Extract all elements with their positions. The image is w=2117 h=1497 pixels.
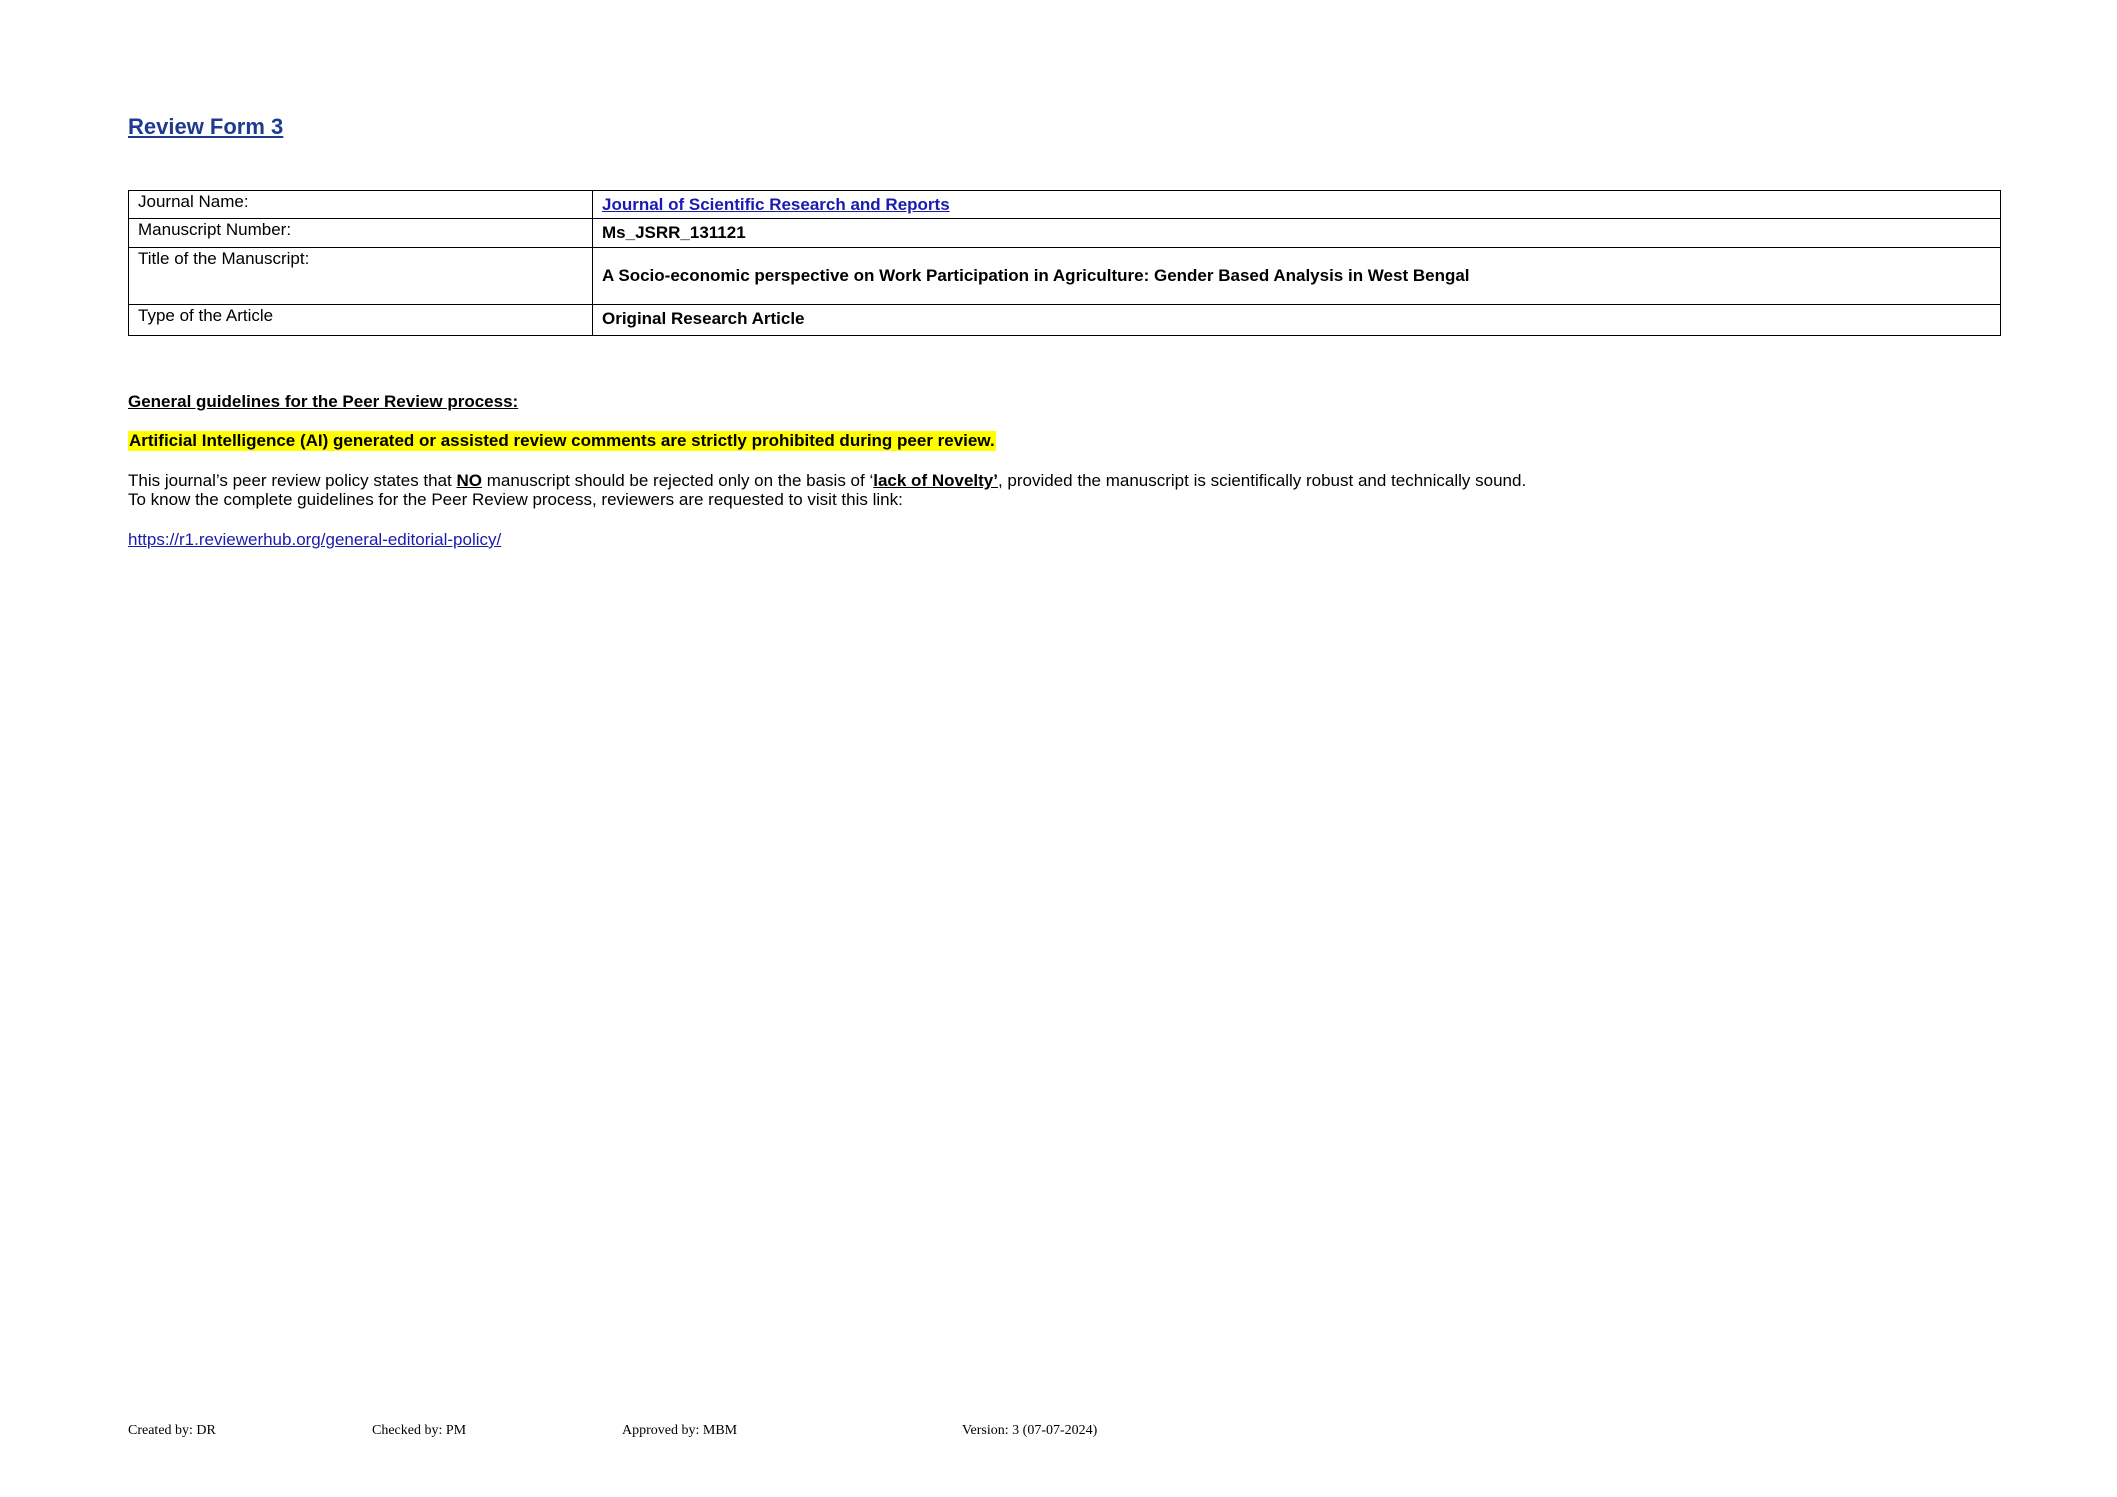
policy-line-1: This journal’s peer review policy states… bbox=[128, 471, 1526, 490]
policy-no-emphasis: NO bbox=[456, 471, 483, 490]
policy-text-part1: This journal’s peer review policy states… bbox=[128, 471, 457, 490]
manuscript-info-table: Journal Name: Journal of Scientific Rese… bbox=[128, 190, 2001, 336]
journal-name-cell: Journal of Scientific Research and Repor… bbox=[592, 190, 2001, 219]
footer-approved-by: Approved by: MBM bbox=[622, 1423, 738, 1438]
footer-version: Version: 3 (07-07-2024) bbox=[962, 1423, 1098, 1438]
policy-text-part3: , provided the manuscript is scientifica… bbox=[997, 471, 1527, 490]
manuscript-number-label: Manuscript Number: bbox=[128, 218, 593, 248]
manuscript-number-value: Ms_JSRR_131121 bbox=[592, 218, 2001, 248]
journal-name-label: Journal Name: bbox=[128, 190, 593, 219]
guidelines-heading: General guidelines for the Peer Review p… bbox=[128, 392, 519, 411]
ai-warning-highlight: Artificial Intelligence (AI) generated o… bbox=[128, 431, 996, 451]
journal-name-link[interactable]: Journal of Scientific Research and Repor… bbox=[602, 195, 950, 214]
page-title: Review Form 3 bbox=[128, 114, 284, 139]
footer-created-by: Created by: DR bbox=[128, 1423, 216, 1438]
editorial-policy-link[interactable]: https://r1.reviewerhub.org/general-edito… bbox=[128, 530, 501, 550]
manuscript-title-label: Title of the Manuscript: bbox=[128, 247, 593, 305]
article-type-label: Type of the Article bbox=[128, 304, 593, 336]
footer-checked-by: Checked by: PM bbox=[372, 1423, 467, 1438]
table-row-manuscript-number: Manuscript Number: Ms_JSRR_131121 bbox=[128, 218, 2001, 248]
policy-text-part2: manuscript should be rejected only on th… bbox=[482, 471, 874, 490]
table-row-manuscript-title: Title of the Manuscript: A Socio-economi… bbox=[128, 247, 2001, 305]
policy-line-2: To know the complete guidelines for the … bbox=[128, 490, 903, 509]
policy-text: This journal’s peer review policy states… bbox=[128, 471, 1526, 509]
policy-novelty-emphasis: lack of Novelty’ bbox=[873, 471, 998, 490]
manuscript-title-value: A Socio-economic perspective on Work Par… bbox=[592, 247, 2001, 305]
article-type-value: Original Research Article bbox=[592, 304, 2001, 336]
table-row-journal-name: Journal Name: Journal of Scientific Rese… bbox=[128, 190, 2001, 219]
table-row-article-type: Type of the Article Original Research Ar… bbox=[128, 304, 2001, 336]
